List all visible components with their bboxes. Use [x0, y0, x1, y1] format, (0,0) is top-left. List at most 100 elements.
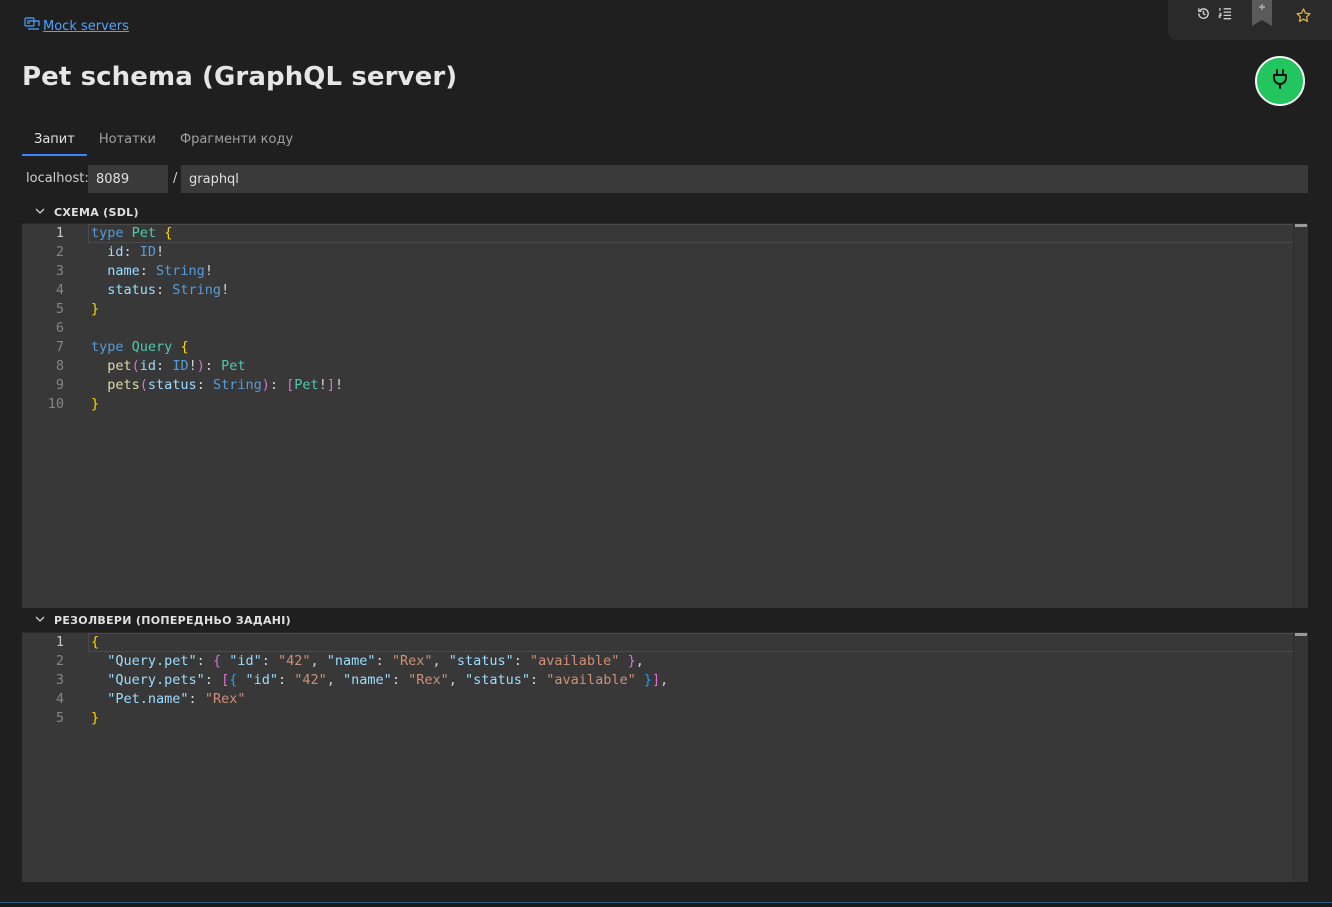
code-token: "available" [530, 653, 620, 669]
code-token: Pet [294, 377, 319, 393]
schema-section-title: СХЕМА (SDL) [54, 206, 139, 219]
line-number: 7 [55, 339, 64, 355]
url-row: localhost: / [22, 165, 1308, 193]
code-token: "Query.pets" [91, 672, 205, 688]
code-token: : [278, 672, 295, 688]
code-token: , [432, 653, 449, 669]
page-title: Pet schema (GraphQL server) [22, 62, 458, 92]
code-token: Query [131, 339, 173, 355]
code-token: , [326, 672, 344, 688]
line-number: 1 [55, 225, 64, 241]
code-text: pet(id: ID!): Pet [91, 357, 245, 376]
code-line[interactable]: 5} [22, 709, 1292, 728]
code-text: { [91, 633, 99, 652]
code-text: type Query { [91, 338, 189, 357]
code-text: } [91, 300, 99, 319]
code-line[interactable]: 7 type Query { [22, 338, 1292, 357]
line-number: 5 [55, 301, 64, 317]
code-line[interactable]: 9 pets(status: String): [Pet!]! [22, 376, 1292, 395]
code-line[interactable]: 2 "Query.pet": { "id": "42", "name": "Re… [22, 652, 1292, 671]
code-token: ! [188, 358, 197, 374]
breadcrumb-label[interactable]: Mock servers [43, 19, 129, 34]
list-icon[interactable] [1216, 4, 1234, 22]
code-line[interactable]: 6 [22, 319, 1292, 338]
code-line[interactable]: 3 name: String! [22, 262, 1292, 281]
code-token: ID [172, 358, 189, 374]
breadcrumb-mock-servers[interactable]: Mock servers [24, 17, 129, 35]
code-text: type Pet { [91, 224, 172, 243]
code-token: { [180, 339, 189, 355]
line-number: 8 [55, 358, 64, 374]
code-token: , [660, 672, 669, 688]
schema-section-header[interactable]: СХЕМА (SDL) [34, 205, 139, 220]
code-token: ! [318, 377, 327, 393]
code-token: "available" [546, 672, 636, 688]
code-token: status [147, 377, 197, 393]
top-toolbar [1168, 0, 1332, 40]
host-label: localhost: [26, 171, 89, 186]
code-text: "Query.pet": { "id": "42", "name": "Rex"… [91, 652, 644, 671]
tab-notes[interactable]: Нотатки [87, 130, 168, 156]
code-token: "name" [343, 672, 392, 688]
tab-request[interactable]: Запит [22, 130, 87, 156]
resolvers-section-header[interactable]: РЕЗОЛВЕРИ (ПОПЕРЕДНЬО ЗАДАНІ) [34, 613, 291, 628]
code-token: : [139, 263, 157, 279]
history-icon[interactable] [1194, 4, 1212, 22]
code-token: [ [221, 672, 230, 688]
code-token: "42" [278, 653, 311, 669]
resolvers-scrollbar[interactable] [1293, 633, 1308, 882]
code-text: status: String! [91, 281, 229, 300]
scrollbar-thumb[interactable] [1295, 633, 1307, 636]
scrollbar-thumb[interactable] [1295, 224, 1307, 227]
code-text: "Pet.name": "Rex" [91, 690, 245, 709]
line-number: 2 [55, 244, 64, 260]
code-token: , [448, 672, 465, 688]
bookmark-add-icon[interactable] [1252, 0, 1272, 26]
code-token: } [627, 653, 636, 669]
path-separator: / [173, 171, 178, 186]
code-line[interactable]: 5} [22, 300, 1292, 319]
code-token: } [91, 301, 100, 317]
star-icon[interactable] [1294, 6, 1312, 24]
start-server-button[interactable] [1255, 56, 1305, 106]
code-line[interactable]: 3 "Query.pets": [{ "id": "42", "name": "… [22, 671, 1292, 690]
code-token: "Rex" [408, 672, 449, 688]
port-input[interactable] [88, 165, 168, 193]
path-input[interactable] [181, 165, 1308, 193]
chevron-down-icon [34, 205, 46, 220]
code-token: : [196, 377, 213, 393]
tab-code-snippets[interactable]: Фрагменти коду [168, 130, 305, 156]
code-token: ) [196, 358, 205, 374]
line-number: 4 [55, 282, 64, 298]
code-token: ! [156, 244, 165, 260]
code-token: { [212, 653, 222, 669]
code-line[interactable]: 4 status: String! [22, 281, 1292, 300]
code-line[interactable]: 4 "Pet.name": "Rex" [22, 690, 1292, 709]
code-line[interactable]: 8 pet(id: ID!): Pet [22, 357, 1292, 376]
code-token: "status" [448, 653, 514, 669]
line-number: 10 [47, 396, 64, 412]
status-bar-edge [0, 902, 1332, 907]
schema-editor[interactable]: 1 type Pet {2 id: ID! 3 name: String! 4 sta… [22, 223, 1308, 608]
resolvers-editor[interactable]: 1{2 "Query.pet": { "id": "42", "name": "… [22, 632, 1308, 882]
code-text: "Query.pets": [{ "id": "42", "name": "Re… [91, 671, 668, 690]
request-tabs: Запит Нотатки Фрагменти коду [22, 130, 305, 156]
code-line[interactable]: 1 type Pet { [22, 224, 1292, 243]
code-token: ! [221, 282, 230, 298]
code-token: "status" [465, 672, 531, 688]
code-token: id [139, 358, 157, 374]
code-text: } [91, 395, 99, 414]
schema-scrollbar[interactable] [1293, 224, 1308, 608]
code-line[interactable]: 10} [22, 395, 1292, 414]
code-line[interactable]: 1{ [22, 633, 1292, 652]
mock-server-icon [24, 17, 40, 35]
code-token: String [212, 377, 262, 393]
line-number: 3 [55, 263, 64, 279]
code-text: name: String! [91, 262, 213, 281]
resolvers-section-title: РЕЗОЛВЕРИ (ПОПЕРЕДНЬО ЗАДАНІ) [54, 614, 291, 627]
code-line[interactable]: 2 id: ID! [22, 243, 1292, 262]
